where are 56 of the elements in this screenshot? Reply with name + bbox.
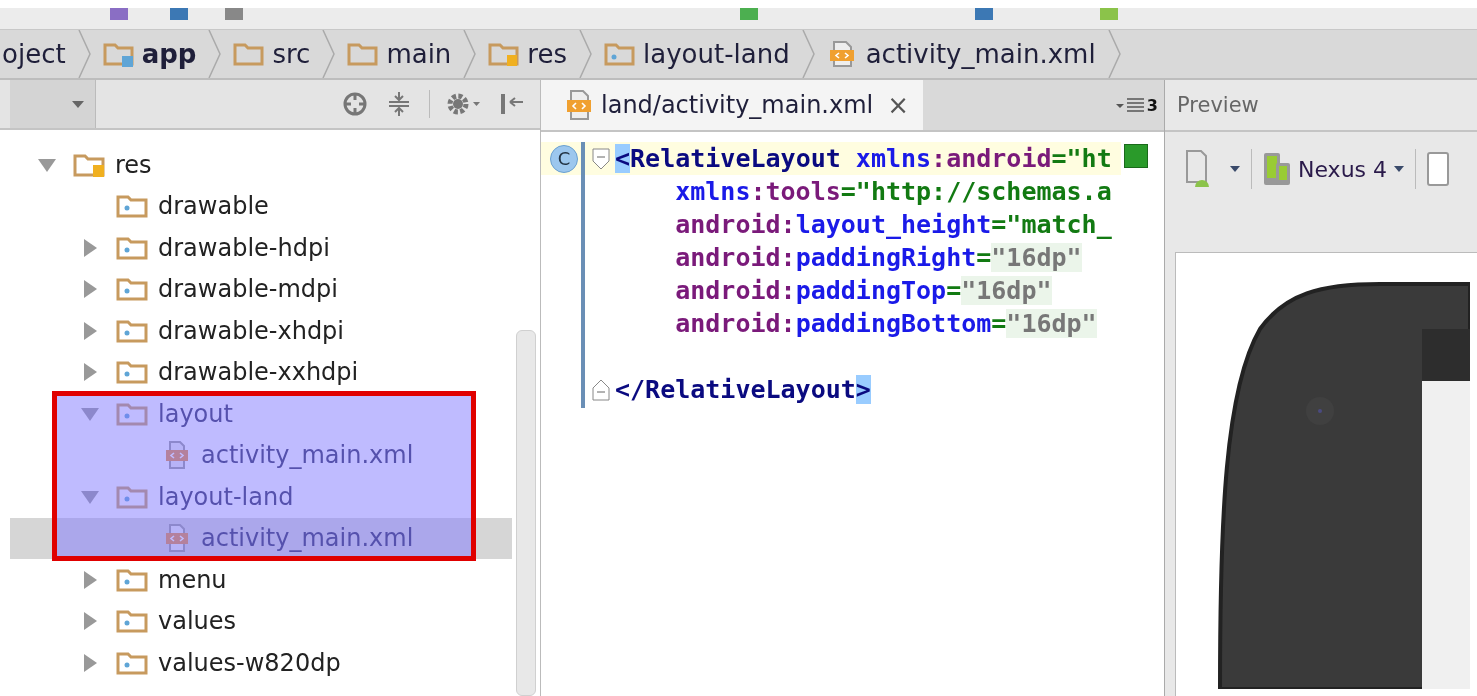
chevron-icon	[322, 30, 337, 78]
breadcrumb-item[interactable]: oject	[0, 30, 92, 78]
breadcrumb-item[interactable]: res	[477, 30, 593, 78]
tree-item[interactable]: drawable-xxhdpi	[10, 351, 512, 393]
configuration-button[interactable]	[1183, 149, 1241, 189]
tree-item[interactable]: res	[10, 144, 512, 186]
folder-icon	[487, 41, 522, 67]
caret-icon	[1229, 165, 1241, 173]
chevron-icon	[801, 30, 816, 78]
breadcrumb-item[interactable]: src	[222, 30, 337, 78]
chevron-icon	[1107, 30, 1122, 78]
tree-item[interactable]: drawable-mdpi	[10, 268, 512, 310]
chevron-icon	[463, 30, 478, 78]
panel-title: Preview	[1177, 93, 1259, 117]
code-line: android:paddingBottom="16dp"	[675, 309, 1097, 338]
tree-item[interactable]: activity_main.xml	[10, 434, 512, 476]
close-button[interactable]: ×	[887, 90, 909, 120]
code-line: android:paddingTop="16dp"	[675, 276, 1052, 305]
breadcrumb-item[interactable]: activity_main.xml	[815, 30, 1122, 78]
editor-tab[interactable]: land/activity_main.xml ×	[541, 80, 923, 130]
class-marker-icon: C	[550, 144, 578, 173]
fold-icon[interactable]	[592, 147, 610, 170]
caret-icon	[1393, 165, 1406, 173]
breadcrumb-item[interactable]: app	[91, 30, 223, 78]
breadcrumb-item[interactable]: layout-land	[593, 30, 816, 78]
list-icon	[1114, 97, 1145, 113]
chevron-icon	[208, 30, 223, 78]
folder-icon	[603, 41, 637, 67]
folder-icon	[232, 41, 267, 67]
code-line: android:paddingRight="16dp"	[675, 243, 1082, 272]
status-ok-icon	[1124, 144, 1148, 168]
target-icon[interactable]	[341, 90, 369, 118]
code-line: android:layout_height="match_	[675, 210, 1112, 239]
tree-item[interactable]: layout	[10, 393, 512, 435]
caret-icon	[71, 99, 85, 109]
folder-icon	[346, 41, 381, 67]
scrollbar[interactable]	[516, 330, 536, 696]
tree-item[interactable]: drawable-xhdpi	[10, 310, 512, 352]
tree-item[interactable]: drawable-hdpi	[10, 227, 512, 269]
code-line: <RelativeLayout xmlns:android="ht	[615, 144, 1112, 173]
folder-icon	[101, 41, 136, 67]
tab-list-button[interactable]: 3	[1114, 95, 1158, 115]
device-dropdown[interactable]: Nexus 4	[1262, 151, 1406, 187]
tree-item[interactable]: layout-land	[10, 476, 512, 518]
tree-item[interactable]: menu	[10, 559, 512, 601]
breadcrumb-item[interactable]: main	[336, 30, 478, 78]
tree-item[interactable]: drawable	[10, 185, 512, 227]
code-editor[interactable]: C <RelativeLayout xmlns:android="ht xmlns:tools="http://schemas.a android:layout_height="match_ android:paddingRight="16dp" android:paddingTop="16dp" android:paddingBottom="16dp" </RelativeLayout>	[541, 132, 1164, 696]
chevron-icon	[579, 30, 593, 78]
devices-icon	[1262, 151, 1292, 187]
code-line: </RelativeLayout>	[615, 375, 871, 404]
code-line: xmlns:tools="http://schemas.a	[675, 177, 1112, 206]
tree-item[interactable]: values	[10, 600, 512, 642]
fold-icon[interactable]	[592, 378, 610, 401]
chevron-icon	[77, 30, 92, 78]
tree-item[interactable]: values-w820dp	[10, 642, 512, 684]
